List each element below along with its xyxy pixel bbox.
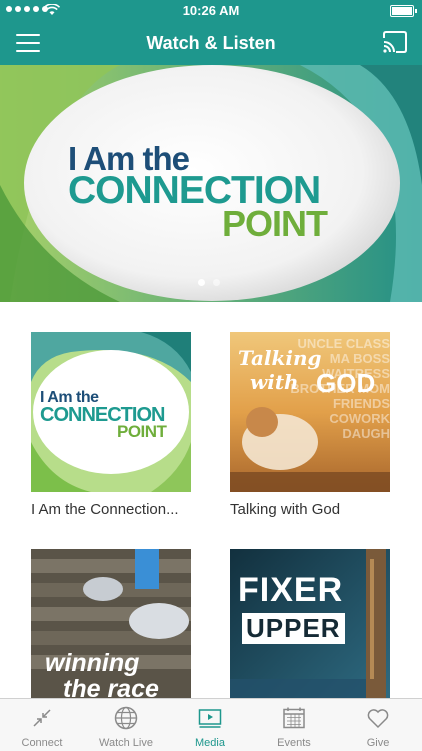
tab-media[interactable]: Media xyxy=(168,699,252,751)
art-line-1: winning xyxy=(45,649,140,677)
tab-give[interactable]: Give xyxy=(336,699,420,751)
tab-label: Events xyxy=(277,737,311,749)
tab-label: Connect xyxy=(21,737,63,749)
media-card-talking-with-god[interactable]: UNCLE CLASS MA BOSS WAITRESS BROTHER MOM… xyxy=(230,332,390,518)
tab-watch-live[interactable]: Watch Live xyxy=(84,699,168,751)
art-line-2: UPPER xyxy=(242,613,345,644)
connect-icon xyxy=(33,709,51,727)
battery-icon xyxy=(390,5,417,17)
art-line-2: with xyxy=(250,370,299,394)
media-card-winning-the-race[interactable]: winning the race xyxy=(31,549,191,698)
tab-events[interactable]: Events xyxy=(252,699,336,751)
status-bar: 10:26 AM xyxy=(0,0,422,20)
navigation-bar: Watch & Listen xyxy=(0,20,422,65)
calendar-icon xyxy=(283,707,305,729)
hero-carousel[interactable]: I Am the CONNECTION POINT xyxy=(0,65,422,302)
tab-label: Watch Live xyxy=(98,737,153,749)
page-dot-active[interactable] xyxy=(198,279,205,286)
media-thumbnail: I Am the CONNECTION POINT xyxy=(31,332,191,492)
page-dot[interactable] xyxy=(213,279,220,286)
media-thumbnail: winning the race xyxy=(31,549,191,698)
media-thumbnail: FIXER UPPER xyxy=(230,549,390,698)
heart-icon xyxy=(367,709,389,729)
tab-connect[interactable]: Connect xyxy=(0,699,84,751)
play-screen-icon xyxy=(198,709,222,728)
media-caption: I Am the Connection... xyxy=(31,501,179,518)
globe-icon xyxy=(114,706,138,730)
hero-logo-text: I Am the CONNECTION POINT xyxy=(0,65,422,302)
hero-line-3: POINT xyxy=(222,203,328,244)
art-line-1: Talking xyxy=(238,346,322,370)
page-title: Watch & Listen xyxy=(146,33,276,53)
art-line-3: POINT xyxy=(117,422,167,441)
tab-label: Give xyxy=(366,737,390,749)
media-thumbnail: UNCLE CLASS MA BOSS WAITRESS BROTHER MOM… xyxy=(230,332,390,492)
art-line-2: the race xyxy=(63,675,159,698)
status-time: 10:26 AM xyxy=(182,3,240,18)
media-card-fixer-upper[interactable]: FIXER UPPER xyxy=(230,549,390,698)
media-card-connection-point[interactable]: I Am the CONNECTION POINT I Am the Conne… xyxy=(31,332,191,518)
art-line-3: GOD xyxy=(316,368,376,398)
cast-icon[interactable] xyxy=(382,31,408,53)
media-grid: I Am the CONNECTION POINT I Am the Conne… xyxy=(0,302,422,698)
carousel-page-indicator[interactable] xyxy=(198,279,220,286)
art-line-1: FIXER xyxy=(238,571,344,609)
media-caption: Talking with God xyxy=(230,501,341,518)
tab-label: Media xyxy=(195,737,225,749)
tab-bar: Connect Watch Live Media Events Give xyxy=(0,698,422,751)
